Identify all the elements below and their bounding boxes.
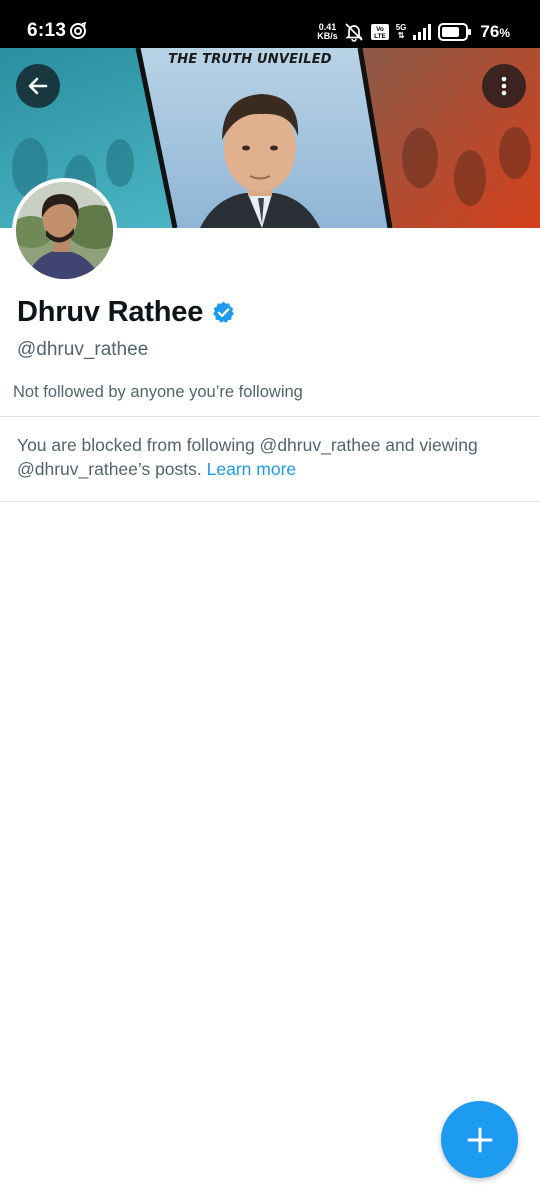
arrow-left-icon	[28, 77, 48, 95]
plus-icon	[467, 1127, 492, 1152]
divider	[0, 501, 540, 502]
network-speed-unit: KB/s	[317, 31, 338, 41]
verified-badge-icon	[213, 301, 235, 323]
battery-percent-value: 76	[480, 22, 500, 41]
compose-fab[interactable]	[441, 1101, 518, 1178]
avatar-photo	[16, 182, 113, 279]
svg-text:Vo: Vo	[376, 26, 384, 33]
status-indicators: 0.41 KB/s Vo LTE 5G ⇅ 76%	[317, 18, 510, 46]
status-time: 6:13	[27, 20, 67, 41]
name-row: Dhruv Rathee	[17, 296, 236, 329]
divider	[0, 416, 540, 417]
followed-by-note: Not followed by anyone you’re following	[13, 383, 303, 401]
battery-icon	[438, 23, 472, 41]
banner-caption: THE TRUTH UNVEILED	[168, 52, 332, 67]
user-handle: @dhruv_rathee	[17, 339, 149, 360]
back-button[interactable]	[16, 64, 60, 108]
avatar[interactable]	[12, 178, 117, 283]
learn-more-link[interactable]: Learn more	[207, 459, 297, 479]
signal-icon	[412, 23, 432, 41]
display-name: Dhruv Rathee	[17, 296, 204, 328]
network-type: 5G ⇅	[396, 24, 407, 40]
mute-icon	[344, 22, 364, 42]
status-bar: 6:13 0.41 KB/s Vo LTE 5G ⇅ 76%	[0, 0, 540, 48]
svg-text:LTE: LTE	[374, 33, 386, 40]
volte-icon: Vo LTE	[370, 23, 390, 41]
more-options-button[interactable]	[482, 64, 526, 108]
app-notification-icon	[69, 21, 87, 40]
more-vertical-icon	[501, 76, 507, 96]
data-arrows-icon: ⇅	[397, 31, 405, 40]
blocked-notice: You are blocked from following @dhruv_ra…	[17, 434, 517, 481]
network-speed: 0.41 KB/s	[317, 23, 338, 41]
battery-percent: 76%	[480, 22, 510, 42]
battery-percent-sign: %	[499, 26, 510, 40]
